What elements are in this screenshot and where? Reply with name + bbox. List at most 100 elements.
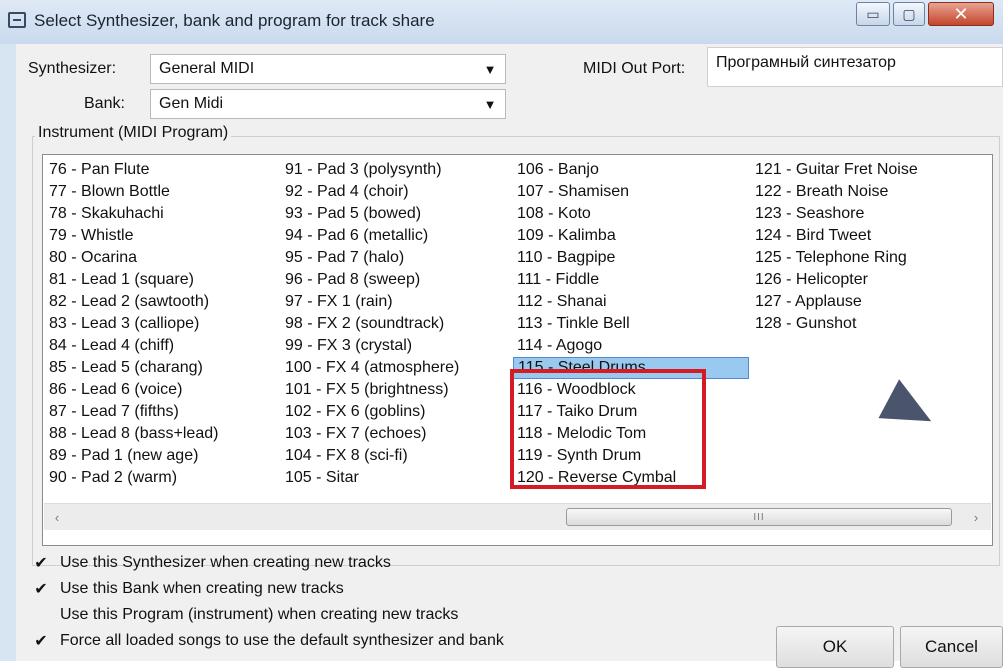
synthesizer-value: General MIDI bbox=[159, 60, 255, 77]
minimize-button[interactable]: ▭ bbox=[856, 2, 890, 26]
option-checkbox-row[interactable]: ✔ Use this Bank when creating new tracks bbox=[32, 578, 344, 600]
option-label: Use this Bank when creating new tracks bbox=[60, 580, 344, 597]
instrument-item[interactable]: 98 - FX 2 (soundtrack) bbox=[281, 313, 511, 335]
instrument-item[interactable]: 77 - Blown Bottle bbox=[45, 181, 275, 203]
instrument-item[interactable]: 92 - Pad 4 (choir) bbox=[281, 181, 511, 203]
midi-out-port-value: Програмный синтезатор bbox=[716, 54, 896, 71]
chevron-down-icon: ▼ bbox=[483, 61, 497, 77]
instrument-item[interactable]: 88 - Lead 8 (bass+lead) bbox=[45, 423, 275, 445]
checkmark-icon[interactable]: ✔ bbox=[32, 554, 50, 572]
instrument-item[interactable]: 113 - Tinkle Bell bbox=[513, 313, 749, 335]
instrument-item[interactable]: 118 - Melodic Tom bbox=[513, 423, 749, 445]
instrument-item[interactable]: 89 - Pad 1 (new age) bbox=[45, 445, 275, 467]
bank-dropdown[interactable]: Gen Midi ▼ bbox=[150, 89, 506, 119]
instrument-item[interactable]: 82 - Lead 2 (sawtooth) bbox=[45, 291, 275, 313]
instrument-item[interactable]: 90 - Pad 2 (warm) bbox=[45, 467, 275, 489]
horizontal-scrollbar[interactable]: ‹ III › bbox=[44, 503, 991, 530]
mouse-pointer-icon bbox=[878, 379, 942, 441]
instrument-item[interactable]: 116 - Woodblock bbox=[513, 379, 749, 401]
instrument-item[interactable]: 112 - Shanai bbox=[513, 291, 749, 313]
close-button[interactable]: ✕ bbox=[928, 2, 994, 26]
instrument-item[interactable]: 119 - Synth Drum bbox=[513, 445, 749, 467]
instrument-item[interactable]: 108 - Koto bbox=[513, 203, 749, 225]
instrument-item[interactable]: 78 - Skakuhachi bbox=[45, 203, 275, 225]
instrument-item[interactable]: 101 - FX 5 (brightness) bbox=[281, 379, 511, 401]
instrument-item[interactable]: 126 - Helicopter bbox=[751, 269, 987, 291]
scroll-right-icon[interactable]: › bbox=[967, 508, 985, 526]
instrument-item[interactable]: 95 - Pad 7 (halo) bbox=[281, 247, 511, 269]
instrument-item[interactable]: 105 - Sitar bbox=[281, 467, 511, 489]
bank-value: Gen Midi bbox=[159, 95, 224, 112]
instrument-item[interactable]: 127 - Applause bbox=[751, 291, 987, 313]
instrument-column: 76 - Pan Flute 77 - Blown Bottle 78 - Skak… bbox=[45, 159, 275, 489]
instrument-item[interactable]: 81 - Lead 1 (square) bbox=[45, 269, 275, 291]
instrument-list[interactable]: 76 - Pan Flute 77 - Blown Bottle 78 - Skak… bbox=[42, 154, 993, 546]
instrument-item[interactable]: 103 - FX 7 (echoes) bbox=[281, 423, 511, 445]
instrument-item[interactable]: 84 - Lead 4 (chiff) bbox=[45, 335, 275, 357]
option-label: Force all loaded songs to use the defaul… bbox=[60, 632, 504, 649]
instrument-item[interactable]: 123 - Seashore bbox=[751, 203, 987, 225]
title-bar[interactable]: Select Synthesizer, bank and program for… bbox=[0, 0, 1003, 44]
option-checkbox-row[interactable]: ✔ Use this Synthesizer when creating new … bbox=[32, 552, 391, 574]
instrument-item[interactable]: 97 - FX 1 (rain) bbox=[281, 291, 511, 313]
dialog-window: Select Synthesizer, bank and program for… bbox=[0, 0, 1003, 668]
instrument-item[interactable]: 111 - Fiddle bbox=[513, 269, 749, 291]
instrument-column: 106 - Banjo 107 - Shamisen 108 - Koto 109 -… bbox=[513, 159, 749, 489]
instrument-item[interactable]: 107 - Shamisen bbox=[513, 181, 749, 203]
instrument-item[interactable]: 110 - Bagpipe bbox=[513, 247, 749, 269]
instrument-item[interactable]: 125 - Telephone Ring bbox=[751, 247, 987, 269]
checkmark-icon[interactable]: ✔ bbox=[32, 580, 50, 598]
instrument-item[interactable]: 86 - Lead 6 (voice) bbox=[45, 379, 275, 401]
instrument-item[interactable]: 109 - Kalimba bbox=[513, 225, 749, 247]
bank-label: Bank: bbox=[84, 95, 125, 112]
midi-out-port-field: Програмный синтезатор bbox=[707, 47, 1003, 87]
instrument-item[interactable]: 100 - FX 4 (atmosphere) bbox=[281, 357, 511, 379]
scrollbar-thumb[interactable]: III bbox=[566, 508, 952, 526]
instrument-item[interactable]: 114 - Agogo bbox=[513, 335, 749, 357]
midi-out-port-label: MIDI Out Port: bbox=[583, 60, 686, 77]
app-window-icon bbox=[8, 12, 26, 28]
close-icon: ✕ bbox=[953, 3, 969, 24]
instrument-item[interactable]: 102 - FX 6 (goblins) bbox=[281, 401, 511, 423]
checkmark-icon[interactable]: ✔ bbox=[32, 632, 50, 650]
instrument-item[interactable]: 87 - Lead 7 (fifths) bbox=[45, 401, 275, 423]
option-checkbox-row[interactable]: ✔ Force all loaded songs to use the defau… bbox=[32, 630, 504, 652]
instrument-item-selected[interactable]: 115 - Steel Drums bbox=[513, 357, 749, 379]
option-label: Use this Synthesizer when creating new t… bbox=[60, 554, 391, 571]
instrument-item[interactable]: 93 - Pad 5 (bowed) bbox=[281, 203, 511, 225]
instrument-column: 121 - Guitar Fret Noise 122 - Breath Nois… bbox=[751, 159, 987, 335]
instrument-item[interactable]: 124 - Bird Tweet bbox=[751, 225, 987, 247]
chevron-down-icon: ▼ bbox=[483, 96, 497, 112]
instrument-item[interactable]: 80 - Ocarina bbox=[45, 247, 275, 269]
instrument-item[interactable]: 122 - Breath Noise bbox=[751, 181, 987, 203]
checkbox-empty[interactable] bbox=[32, 606, 50, 624]
instrument-item[interactable]: 94 - Pad 6 (metallic) bbox=[281, 225, 511, 247]
instrument-item[interactable]: 96 - Pad 8 (sweep) bbox=[281, 269, 511, 291]
scroll-left-icon[interactable]: ‹ bbox=[48, 508, 66, 526]
option-checkbox-row[interactable]: Use this Program (instrument) when creat… bbox=[32, 604, 458, 626]
synthesizer-label: Synthesizer: bbox=[28, 60, 117, 77]
option-label: Use this Program (instrument) when creat… bbox=[60, 606, 459, 623]
instrument-item[interactable]: 128 - Gunshot bbox=[751, 313, 987, 335]
cancel-button[interactable]: Cancel bbox=[900, 626, 1003, 668]
instrument-item[interactable]: 99 - FX 3 (crystal) bbox=[281, 335, 511, 357]
instrument-item[interactable]: 117 - Taiko Drum bbox=[513, 401, 749, 423]
maximize-button[interactable]: ▢ bbox=[893, 2, 925, 26]
maximize-icon: ▢ bbox=[902, 5, 916, 22]
dialog-client-area: Synthesizer: General MIDI ▼ MIDI Out Por… bbox=[16, 44, 1003, 668]
minimize-icon: ▭ bbox=[866, 5, 880, 22]
instrument-item[interactable]: 83 - Lead 3 (calliope) bbox=[45, 313, 275, 335]
instrument-item[interactable]: 104 - FX 8 (sci-fi) bbox=[281, 445, 511, 467]
instrument-item[interactable]: 120 - Reverse Cymbal bbox=[513, 467, 749, 489]
instrument-item[interactable]: 76 - Pan Flute bbox=[45, 159, 275, 181]
instrument-item[interactable]: 79 - Whistle bbox=[45, 225, 275, 247]
ok-button[interactable]: OK bbox=[776, 626, 894, 668]
instrument-item[interactable]: 121 - Guitar Fret Noise bbox=[751, 159, 987, 181]
instrument-column: 91 - Pad 3 (polysynth) 92 - Pad 4 (choir)… bbox=[281, 159, 511, 489]
window-title: Select Synthesizer, bank and program for… bbox=[34, 11, 435, 30]
instrument-item[interactable]: 106 - Banjo bbox=[513, 159, 749, 181]
synthesizer-dropdown[interactable]: General MIDI ▼ bbox=[150, 54, 506, 84]
grip-icon: III bbox=[753, 511, 765, 523]
instrument-item[interactable]: 85 - Lead 5 (charang) bbox=[45, 357, 275, 379]
instrument-item[interactable]: 91 - Pad 3 (polysynth) bbox=[281, 159, 511, 181]
